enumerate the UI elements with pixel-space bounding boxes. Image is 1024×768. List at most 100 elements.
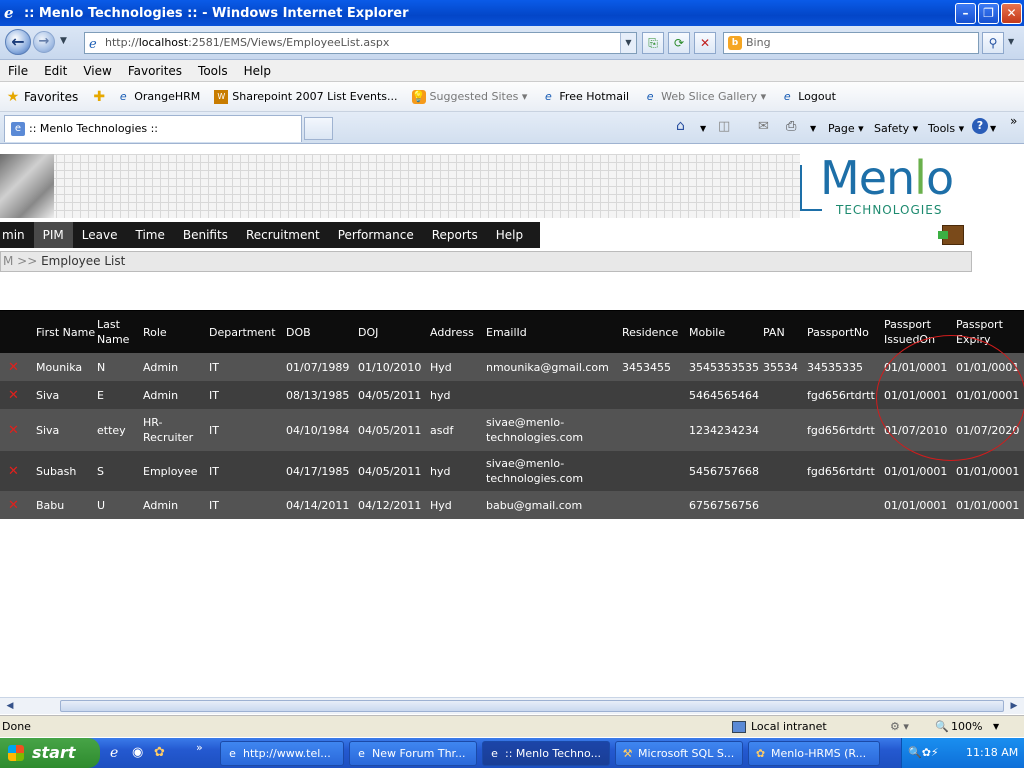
table-cell: sivae@menlo-technologies.com <box>486 416 584 444</box>
fav-free-hotmail[interactable]: e Free Hotmail <box>541 90 629 104</box>
table-row[interactable]: ✕ Babu U Admin IT 04/14/2011 04/12/2011 Hyd babu… <box>0 491 1024 519</box>
fav-orangehrm[interactable]: e OrangeHRM <box>116 90 200 104</box>
menu-edit[interactable]: Edit <box>36 64 75 78</box>
table-row[interactable]: ✕ Siva ettey HR-Recruiter IT 04/10/1984 04/05/… <box>0 409 1024 451</box>
add-favorite-button[interactable]: ✚ <box>92 90 110 104</box>
menu-tools[interactable]: Tools <box>190 64 236 78</box>
tools-menu[interactable]: Tools ▾ <box>928 122 964 135</box>
delete-icon[interactable]: ✕ <box>8 491 28 519</box>
refresh-icon[interactable]: ⟳ <box>668 32 690 54</box>
menu-favorites[interactable]: Favorites <box>120 64 190 78</box>
stop-icon[interactable]: ✕ <box>694 32 716 54</box>
print-dropdown-icon[interactable]: ▼ <box>810 124 816 133</box>
fav-sharepoint[interactable]: W Sharepoint 2007 List Events... <box>214 89 398 104</box>
zoom-level[interactable]: 100% <box>951 716 982 738</box>
menu-item-recruitment[interactable]: Recruitment <box>237 222 329 248</box>
quicklaunch-browser-icon[interactable]: ◉ <box>132 745 143 760</box>
print-icon[interactable]: ⎙ <box>786 119 796 134</box>
start-button[interactable]: start <box>0 738 100 768</box>
scroll-left-icon[interactable]: ◀ <box>2 699 18 713</box>
favorites-button[interactable]: ★ Favorites <box>6 90 79 104</box>
horizontal-scrollbar[interactable]: ◀ ▶ <box>0 697 1024 714</box>
column-header[interactable]: Role <box>143 311 207 353</box>
taskbar-item-3[interactable]: e:: Menlo Techno... <box>482 741 610 766</box>
menu-item-time[interactable]: Time <box>126 222 173 248</box>
column-header[interactable]: Last Name <box>97 311 143 353</box>
column-header[interactable]: PAN <box>763 311 805 353</box>
column-header[interactable]: Address <box>430 311 484 353</box>
fav-logout[interactable]: e Logout <box>780 90 836 104</box>
column-header[interactable]: Department <box>209 311 285 353</box>
read-mail-icon[interactable]: ✉ <box>758 119 769 134</box>
scroll-right-icon[interactable]: ▶ <box>1006 699 1022 713</box>
zoom-dropdown-icon[interactable]: ▼ <box>993 716 999 738</box>
minimize-button[interactable]: – <box>955 3 976 24</box>
feeds-icon[interactable]: ◫ <box>718 119 730 134</box>
menu-item-performance[interactable]: Performance <box>329 222 423 248</box>
address-bar[interactable]: e http://localhost:2581/EMS/Views/Employ… <box>84 32 637 54</box>
new-tab-button[interactable] <box>304 117 333 140</box>
quicklaunch-ie-icon[interactable]: e <box>110 745 118 761</box>
menu-item-reports[interactable]: Reports <box>423 222 487 248</box>
menu-help[interactable]: Help <box>236 64 279 78</box>
fav-web-slice-gallery[interactable]: e Web Slice Gallery ▾ <box>643 90 766 104</box>
taskbar-item-2[interactable]: e New Forum Thr... <box>349 741 477 766</box>
column-header[interactable]: DOB <box>286 311 356 353</box>
forward-button[interactable]: → <box>33 31 55 53</box>
taskbar-item-4[interactable]: ⚒ Microsoft SQL S... <box>615 741 743 766</box>
delete-icon[interactable]: ✕ <box>8 409 28 451</box>
column-header[interactable]: Passport Expiry <box>956 311 1022 353</box>
taskbar-item-1[interactable]: e http://www.tel... <box>220 741 344 766</box>
clock[interactable]: 11:18 AM <box>966 738 1018 768</box>
menu-item-help[interactable]: Help <box>487 222 532 248</box>
home-icon[interactable]: ⌂ <box>676 118 685 134</box>
delete-icon[interactable]: ✕ <box>8 451 28 491</box>
compatibility-view-icon[interactable]: ⎘ <box>642 32 664 54</box>
menu-item-leave[interactable]: Leave <box>73 222 127 248</box>
menu-file[interactable]: File <box>0 64 36 78</box>
quicklaunch-app-icon[interactable]: ✿ <box>154 745 165 760</box>
tab-menlo-technologies[interactable]: e :: Menlo Technologies :: <box>4 115 302 142</box>
search-input[interactable]: b Bing <box>723 32 979 54</box>
column-header[interactable]: DOJ <box>358 311 428 353</box>
column-header[interactable]: First Name <box>36 311 96 353</box>
column-header[interactable]: Mobile <box>689 311 761 353</box>
close-button[interactable]: ✕ <box>1001 3 1022 24</box>
delete-icon[interactable]: ✕ <box>8 381 28 409</box>
help-icon[interactable]: ? <box>972 118 988 134</box>
menu-item-benifits[interactable]: Benifits <box>174 222 237 248</box>
more-commands-icon[interactable]: » <box>1010 114 1017 128</box>
logout-door-icon[interactable] <box>938 225 964 245</box>
window-title-bar[interactable]: e :: Menlo Technologies :: - Windows Int… <box>0 0 1024 26</box>
zoom-icon[interactable]: 🔍 <box>935 716 949 738</box>
column-header[interactable] <box>8 311 28 353</box>
menu-item-pim[interactable]: PIM <box>33 222 73 248</box>
table-row[interactable]: ✕ Mounika N Admin IT 01/07/1989 01/10/2010 Hyd n… <box>0 353 1024 381</box>
tray-icons[interactable]: 🔍✿⚡ <box>908 738 939 768</box>
restore-button[interactable]: ❐ <box>978 3 999 24</box>
column-header[interactable]: PassportNo <box>807 311 883 353</box>
address-dropdown-icon[interactable]: ▼ <box>620 33 636 53</box>
search-button-icon[interactable]: ⚲ <box>982 32 1004 54</box>
search-options-icon[interactable]: ▼ <box>1008 37 1014 46</box>
column-header[interactable]: EmailId <box>486 311 620 353</box>
home-dropdown-icon[interactable]: ▼ <box>700 124 706 133</box>
quicklaunch-more-icon[interactable]: » <box>196 741 203 754</box>
table-row[interactable]: ✕ Siva E Admin IT 08/13/1985 04/05/2011 hyd 5464… <box>0 381 1024 409</box>
taskbar-item-5[interactable]: ✿ Menlo-HRMS (R... <box>748 741 880 766</box>
help-dropdown-icon[interactable]: ▼ <box>990 124 996 133</box>
column-header[interactable]: Residence <box>622 311 688 353</box>
scrollbar-thumb[interactable] <box>60 700 1004 712</box>
back-button[interactable]: ← <box>5 29 31 55</box>
protected-mode-icon[interactable]: ⚙ ▾ <box>890 716 909 738</box>
fav-suggested-sites[interactable]: 💡 Suggested Sites ▾ <box>411 89 527 104</box>
safety-menu[interactable]: Safety ▾ <box>874 122 918 135</box>
menu-item-admin[interactable]: min <box>0 222 34 248</box>
table-row[interactable]: ✕ Subash S Employee IT 04/17/1985 04/05/2011 hy… <box>0 451 1024 491</box>
history-dropdown-icon[interactable]: ▼ <box>60 36 67 46</box>
page-menu[interactable]: Page ▾ <box>828 122 864 135</box>
delete-icon[interactable]: ✕ <box>8 353 28 381</box>
column-header[interactable]: Passport IssuedOn <box>884 311 954 353</box>
table-cell: 5464565464 <box>689 388 759 402</box>
menu-view[interactable]: View <box>75 64 119 78</box>
